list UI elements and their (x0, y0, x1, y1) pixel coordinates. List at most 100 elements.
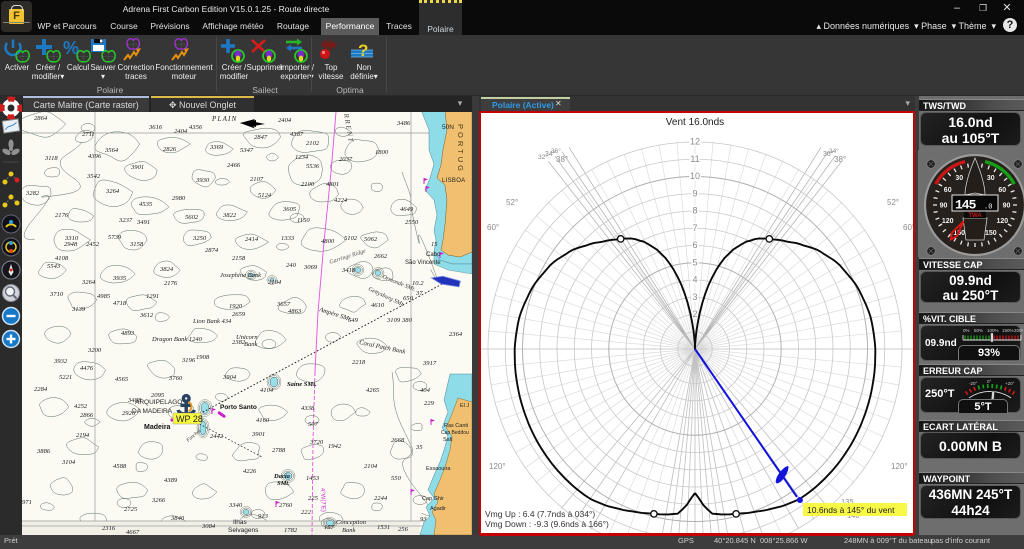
svg-text:2100: 2100 (301, 181, 315, 188)
svg-text:LISBOA: LISBOA (442, 178, 465, 184)
svg-text:3118: 3118 (44, 155, 58, 162)
svg-text:3605: 3605 (282, 206, 297, 213)
svg-text:1150: 1150 (297, 217, 310, 224)
svg-text:90: 90 (940, 203, 948, 210)
svg-text:1291: 1291 (146, 293, 159, 300)
svg-text:380: 380 (401, 317, 413, 324)
svg-text:50N: 50N (442, 124, 454, 131)
svg-text:-20°: -20° (969, 381, 978, 386)
svg-text:Unicorn: Unicorn (236, 334, 258, 341)
svg-text:PORTUG: PORTUG (456, 124, 465, 174)
svg-text:+20°: +20° (1005, 381, 1015, 386)
svg-text:32°: 32° (538, 153, 548, 161)
svg-text:4387: 4387 (290, 131, 304, 138)
svg-text:3612: 3612 (139, 312, 154, 319)
svg-text:5062: 5062 (364, 236, 378, 243)
svg-text:5221: 5221 (59, 374, 72, 381)
svg-text:3158: 3158 (129, 241, 144, 248)
svg-text:4565: 4565 (115, 376, 129, 383)
svg-text:5124: 5124 (258, 192, 272, 199)
svg-text:4610: 4610 (371, 302, 385, 309)
svg-text:?: ? (358, 41, 368, 60)
svg-text:3196: 3196 (181, 357, 196, 364)
svg-text:150%: 150% (1002, 328, 1014, 333)
svg-text:240: 240 (286, 262, 297, 269)
svg-text:2284: 2284 (34, 386, 48, 393)
svg-text:5536: 5536 (306, 163, 320, 170)
svg-text:3139: 3139 (71, 306, 86, 313)
svg-text:50%: 50% (974, 328, 983, 333)
svg-text:971: 971 (22, 499, 32, 506)
svg-text:4800: 4800 (321, 238, 335, 245)
svg-text:1531: 1531 (377, 524, 390, 531)
svg-text:4649: 4649 (400, 206, 414, 213)
svg-text:Saine SMt.: Saine SMt. (287, 381, 317, 388)
svg-text:3657: 3657 (276, 301, 291, 308)
svg-text:5: 5 (692, 257, 697, 267)
svg-text:2404: 2404 (174, 128, 188, 135)
svg-text:1942: 1942 (328, 443, 342, 450)
svg-text:120: 120 (942, 218, 954, 225)
svg-text:2760: 2760 (279, 502, 293, 509)
svg-text:12: 12 (690, 137, 700, 147)
svg-text:157: 157 (324, 524, 335, 531)
svg-text:60°: 60° (903, 223, 913, 232)
svg-text:9: 9 (692, 188, 697, 198)
svg-text:Madeira: Madeira (144, 424, 171, 431)
svg-text:3886: 3886 (36, 448, 51, 455)
svg-text:4801: 4801 (326, 181, 339, 188)
svg-text:3282: 3282 (25, 190, 40, 197)
svg-text:120: 120 (996, 218, 1008, 225)
svg-text:3369: 3369 (209, 144, 224, 151)
svg-text:2711: 2711 (82, 131, 95, 138)
svg-text:DA MADEIRA: DA MADEIRA (132, 408, 173, 415)
svg-text:3264: 3264 (81, 279, 96, 286)
svg-text:3491: 3491 (136, 219, 150, 226)
svg-text:2176: 2176 (164, 280, 178, 287)
svg-text:30: 30 (955, 175, 963, 182)
svg-text:3084: 3084 (201, 523, 216, 530)
svg-text:2404: 2404 (278, 117, 292, 124)
svg-text:5543: 5543 (47, 263, 61, 270)
svg-text:3824: 3824 (159, 266, 174, 273)
svg-text:2095: 2095 (151, 392, 165, 399)
svg-text:1800: 1800 (375, 149, 389, 156)
svg-text:4863: 4863 (288, 308, 302, 315)
svg-text:4718: 4718 (113, 300, 127, 307)
svg-text:4338: 4338 (301, 405, 315, 412)
svg-text:4108: 4108 (55, 255, 69, 262)
svg-text:2452: 2452 (86, 241, 100, 248)
svg-text:5602: 5602 (185, 214, 199, 221)
svg-text:120°: 120° (489, 462, 506, 471)
svg-text:Safi: Safi (443, 437, 452, 443)
svg-text:4396: 4396 (88, 153, 102, 160)
svg-text:Cabo: Cabo (426, 252, 441, 258)
svg-text:5102: 5102 (344, 235, 358, 242)
svg-text:Ilhas: Ilhas (233, 519, 247, 526)
svg-text:1920: 1920 (229, 303, 243, 310)
svg-text:3930: 3930 (195, 177, 210, 184)
svg-text:2866: 2866 (80, 412, 94, 419)
svg-text:El J: El J (460, 403, 469, 409)
svg-text:2659: 2659 (232, 311, 246, 318)
svg-text:38°: 38° (834, 155, 846, 164)
svg-text:2980: 2980 (172, 195, 186, 202)
svg-text:Selvagens: Selvagens (228, 527, 259, 534)
svg-text:52°: 52° (506, 198, 518, 207)
svg-text:2550: 2550 (405, 219, 419, 226)
svg-text:4893: 4893 (121, 330, 135, 337)
svg-text:3932: 3932 (53, 358, 68, 365)
svg-text:4160: 4160 (256, 417, 270, 424)
svg-text:3901: 3901 (251, 431, 265, 438)
svg-text:2218: 2218 (352, 359, 366, 366)
svg-text:1453: 1453 (306, 475, 320, 482)
svg-text:Dragon Bank 1240: Dragon Bank 1240 (151, 336, 203, 343)
svg-text:3200: 3200 (87, 347, 102, 354)
svg-text:2948: 2948 (64, 241, 78, 248)
svg-text:4476: 4476 (80, 365, 94, 372)
svg-text:PLAIN: PLAIN (211, 115, 237, 123)
svg-text:3616: 3616 (148, 124, 163, 131)
svg-text:3564: 3564 (104, 147, 119, 154)
svg-text:3237: 3237 (118, 217, 133, 224)
svg-text:60°: 60° (487, 223, 499, 232)
